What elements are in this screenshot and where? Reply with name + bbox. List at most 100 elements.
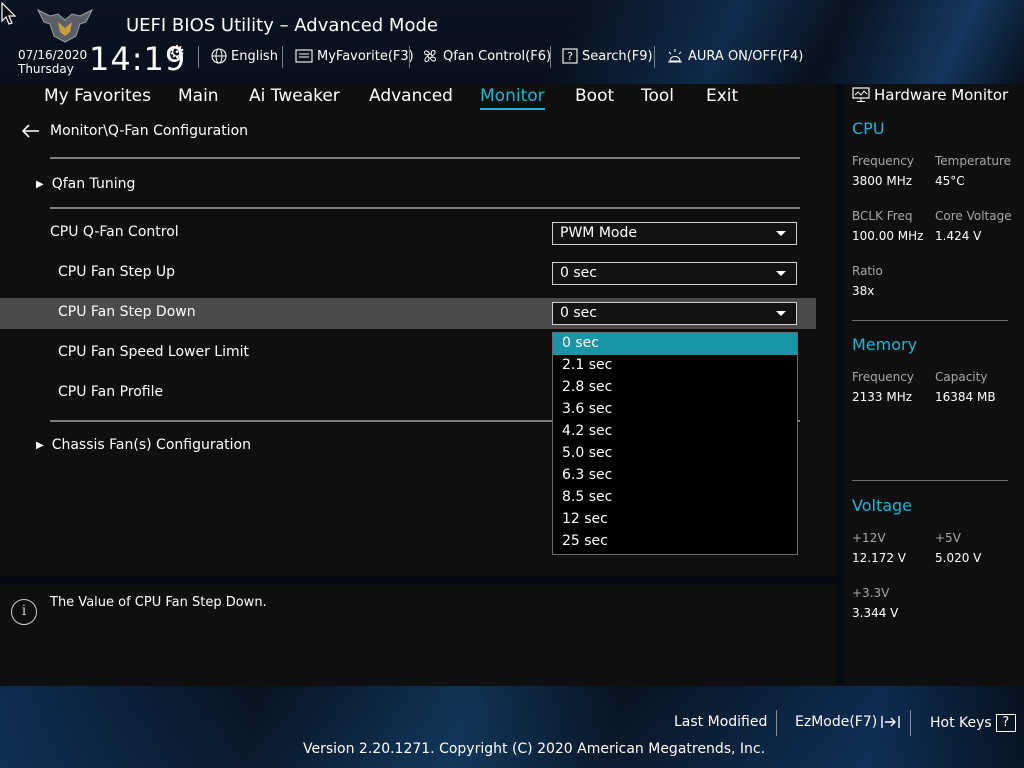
cpu-qfan-control-value: PWM Mode xyxy=(560,225,637,241)
footer-divider xyxy=(910,710,911,736)
svg-text:?: ? xyxy=(567,50,573,63)
cpu-qfan-control-select[interactable]: PWM Mode xyxy=(552,222,797,245)
aura-icon xyxy=(668,49,682,63)
exit-arrow-icon xyxy=(881,716,900,728)
core-voltage-value: 1.424 V xyxy=(935,229,982,243)
fan-icon xyxy=(424,50,436,62)
dropdown-option[interactable]: 0 sec xyxy=(553,333,797,355)
footer-divider xyxy=(776,710,777,736)
bclk-freq-value: 100.00 MHz xyxy=(852,229,924,243)
dropdown-option[interactable]: 3.6 sec xyxy=(553,399,797,421)
cpu-fan-step-up-value: 0 sec xyxy=(560,265,597,281)
ratio-label: Ratio xyxy=(852,264,883,278)
dropdown-option[interactable]: 4.2 sec xyxy=(553,421,797,443)
tab-advanced[interactable]: Advanced xyxy=(369,84,453,108)
globe-icon xyxy=(211,48,227,64)
chevron-right-icon: ▶ xyxy=(36,178,44,190)
help-key-icon: ? xyxy=(995,714,1016,732)
memory-frequency-label: Frequency xyxy=(852,370,914,384)
toolbar-divider xyxy=(409,46,410,68)
tab-exit[interactable]: Exit xyxy=(706,84,738,108)
cpu-qfan-control-label: CPU Q-Fan Control xyxy=(50,224,179,240)
last-modified-label: Last Modified xyxy=(674,714,768,730)
qfan-tuning-label: Qfan Tuning xyxy=(51,176,136,192)
cpu-frequency-label: Frequency xyxy=(852,154,914,168)
qfan-tuning-item[interactable]: ▶ Qfan Tuning xyxy=(36,176,135,192)
monitor-icon xyxy=(852,87,870,102)
breadcrumb-path: Monitor\Q-Fan Configuration xyxy=(50,123,249,139)
myfavorite-label: MyFavorite(F3) xyxy=(317,48,414,64)
cpu-fan-step-up-select[interactable]: 0 sec xyxy=(552,262,797,285)
hot-keys-label: Hot Keys xyxy=(930,715,992,731)
dropdown-arrow-icon xyxy=(776,271,786,276)
search-label: Search(F9) xyxy=(582,48,653,64)
dropdown-option[interactable]: 6.3 sec xyxy=(553,465,797,487)
date-text: 07/16/2020 xyxy=(18,48,88,62)
cpu-fan-profile-label[interactable]: CPU Fan Profile xyxy=(58,384,163,400)
divider xyxy=(852,320,1008,321)
cpu-fan-step-down-value: 0 sec xyxy=(560,305,597,321)
divider xyxy=(852,480,1008,481)
ezmode-button[interactable]: EzMode(F7) xyxy=(795,714,901,730)
dropdown-arrow-icon xyxy=(776,231,786,236)
chevron-right-icon: ▶ xyxy=(36,439,44,451)
date-display: 07/16/2020 Thursday xyxy=(18,48,87,76)
hot-keys-button[interactable]: Hot Keys ? xyxy=(930,714,1016,732)
cpu-temperature-label: Temperature xyxy=(935,154,1012,168)
tab-main[interactable]: Main xyxy=(178,84,219,108)
language-button[interactable]: English xyxy=(211,47,278,65)
breadcrumb: Monitor\Q-Fan Configuration xyxy=(22,123,248,139)
memory-capacity-value: 16384 MB xyxy=(935,390,996,404)
chassis-fan-configuration-label: Chassis Fan(s) Configuration xyxy=(51,437,251,453)
memory-frequency-value: 2133 MHz xyxy=(852,390,913,404)
dropdown-option[interactable]: 8.5 sec xyxy=(553,487,797,509)
step-down-dropdown-list: 0 sec 2.1 sec 2.8 sec 3.6 sec 4.2 sec 5.… xyxy=(552,332,798,555)
v5-label: +5V xyxy=(935,531,961,545)
toolbar-divider xyxy=(550,46,551,68)
v5-value: 5.020 V xyxy=(935,551,982,565)
gear-icon[interactable]: ⚙ xyxy=(169,42,185,63)
back-arrow-icon[interactable] xyxy=(22,124,40,138)
search-icon: ? xyxy=(562,48,578,64)
tab-boot[interactable]: Boot xyxy=(575,84,614,108)
cpu-fan-step-down-label: CPU Fan Step Down xyxy=(58,304,196,320)
dropdown-arrow-icon xyxy=(776,311,786,316)
hardware-monitor-title-text: Hardware Monitor xyxy=(874,86,1009,104)
mouse-cursor-icon xyxy=(1,2,17,25)
aura-label: AURA ON/OFF(F4) xyxy=(688,48,804,64)
dropdown-option[interactable]: 12 sec xyxy=(553,509,797,531)
info-icon: i xyxy=(11,599,37,625)
search-button[interactable]: ? Search(F9) xyxy=(562,47,653,65)
cpu-heading: CPU xyxy=(852,119,885,138)
memory-capacity-label: Capacity xyxy=(935,370,988,384)
language-label: English xyxy=(231,48,278,64)
tab-tool[interactable]: Tool xyxy=(641,84,674,108)
tab-monitor[interactable]: Monitor xyxy=(480,84,545,110)
cpu-fan-speed-lower-limit-label[interactable]: CPU Fan Speed Lower Limit xyxy=(58,344,249,360)
myfavorite-button[interactable]: MyFavorite(F3) xyxy=(295,47,414,65)
v12-value: 12.172 V xyxy=(852,551,907,565)
last-modified-button[interactable]: Last Modified xyxy=(674,714,767,730)
voltage-heading: Voltage xyxy=(852,496,913,515)
tuf-gaming-logo xyxy=(36,8,94,43)
copyright-text: Version 2.20.1271. Copyright (C) 2020 Am… xyxy=(303,741,766,757)
dropdown-option[interactable]: 2.1 sec xyxy=(553,355,797,377)
help-text: The Value of CPU Fan Step Down. xyxy=(50,595,267,610)
day-text: Thursday xyxy=(18,62,74,76)
dropdown-option[interactable]: 2.8 sec xyxy=(553,377,797,399)
dropdown-option[interactable]: 25 sec xyxy=(553,531,797,553)
aura-toggle-button[interactable]: AURA ON/OFF(F4) xyxy=(666,47,803,65)
tab-ai-tweaker[interactable]: Ai Tweaker xyxy=(249,84,340,108)
toolbar-divider xyxy=(198,46,199,68)
chassis-fan-configuration-item[interactable]: ▶ Chassis Fan(s) Configuration xyxy=(36,437,251,453)
tab-my-favorites[interactable]: My Favorites xyxy=(44,84,151,108)
divider xyxy=(50,157,800,159)
toolbar-divider xyxy=(654,46,655,68)
core-voltage-label: Core Voltage xyxy=(935,209,1012,223)
memory-heading: Memory xyxy=(852,335,918,354)
ratio-value: 38x xyxy=(852,284,875,298)
qfan-control-button[interactable]: Qfan Control(F6) xyxy=(421,47,551,65)
bclk-freq-label: BCLK Freq xyxy=(852,209,913,223)
cpu-fan-step-down-select[interactable]: 0 sec xyxy=(552,302,797,325)
dropdown-option[interactable]: 5.0 sec xyxy=(553,443,797,465)
